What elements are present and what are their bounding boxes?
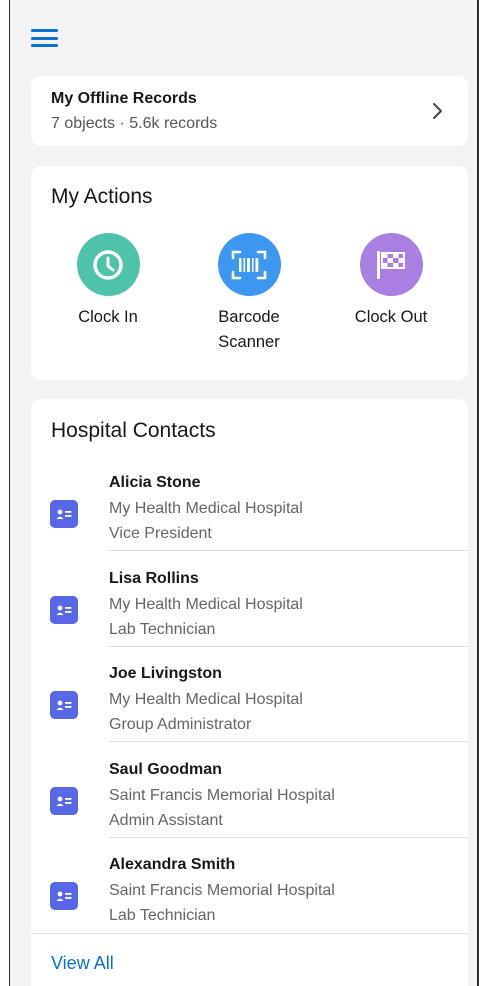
contact-name: Lisa Rollins (109, 570, 199, 587)
contact-card-icon (50, 596, 78, 624)
offline-records-title: My Offline Records (51, 90, 197, 107)
clock-out-label: Clock Out (354, 308, 428, 326)
window-frame-left (0, 0, 10, 986)
offline-records-summary: 7 objects · 5.6k records (51, 115, 218, 132)
clock-out-action[interactable]: Clock Out (331, 233, 451, 330)
contact-organization: My Health Medical Hospital (109, 691, 303, 708)
menu-bar (31, 29, 58, 32)
row-divider (109, 550, 468, 551)
barcode-scanner-label: Barcode Scanner (218, 308, 280, 351)
hospital-contacts-card: Hospital Contacts Alicia Stone My Health… (31, 399, 468, 986)
clock-in-label: Clock In (78, 308, 138, 326)
row-divider (109, 837, 468, 838)
contact-organization: My Health Medical Hospital (109, 500, 303, 517)
contact-title: Lab Technician (109, 621, 216, 638)
contact-organization: Saint Francis Memorial Hospital (109, 882, 335, 899)
contact-name: Joe Livingston (109, 665, 222, 682)
contact-row[interactable]: Alexandra Smith Saint Francis Memorial H… (31, 845, 468, 941)
contact-row[interactable]: Joe Livingston My Health Medical Hospita… (31, 654, 468, 750)
my-actions-title: My Actions (51, 185, 153, 208)
contact-name: Saul Goodman (109, 761, 222, 778)
row-divider (109, 741, 468, 742)
clock-icon (76, 233, 140, 296)
list-divider (31, 933, 468, 934)
menu-bar (31, 44, 58, 47)
my-actions-card: My Actions Clock In Barcode Scanner Cloc… (31, 166, 468, 380)
contact-organization: My Health Medical Hospital (109, 596, 303, 613)
view-all-link[interactable]: View All (51, 953, 114, 974)
contact-organization: Saint Francis Memorial Hospital (109, 787, 335, 804)
chevron-right-icon (433, 103, 442, 119)
clock-in-action[interactable]: Clock In (48, 233, 168, 330)
offline-records-card[interactable]: My Offline Records 7 objects · 5.6k reco… (31, 76, 468, 146)
barcode-scanner-action[interactable]: Barcode Scanner (189, 233, 309, 355)
contact-card-icon (50, 882, 78, 910)
contact-card-icon (50, 691, 78, 719)
contact-row[interactable]: Alicia Stone My Health Medical Hospital … (31, 463, 468, 559)
barcode-scanner-icon (217, 233, 281, 296)
menu-bar (31, 36, 58, 40)
contact-title: Lab Technician (109, 907, 216, 924)
hospital-contacts-title: Hospital Contacts (51, 419, 216, 442)
app-screen: My Offline Records 7 objects · 5.6k reco… (11, 0, 477, 986)
contact-title: Admin Assistant (109, 812, 223, 829)
hamburger-menu-icon[interactable] (31, 28, 59, 48)
contact-name: Alicia Stone (109, 474, 201, 491)
contact-name: Alexandra Smith (109, 856, 236, 873)
checkered-flag-icon (359, 233, 423, 296)
contact-row[interactable]: Lisa Rollins My Health Medical Hospital … (31, 559, 468, 655)
contact-title: Group Administrator (109, 716, 252, 733)
row-divider (109, 646, 468, 647)
contact-row[interactable]: Saul Goodman Saint Francis Memorial Hosp… (31, 750, 468, 846)
contact-card-icon (50, 787, 78, 815)
contact-card-icon (50, 500, 78, 528)
contact-title: Vice President (109, 525, 212, 542)
